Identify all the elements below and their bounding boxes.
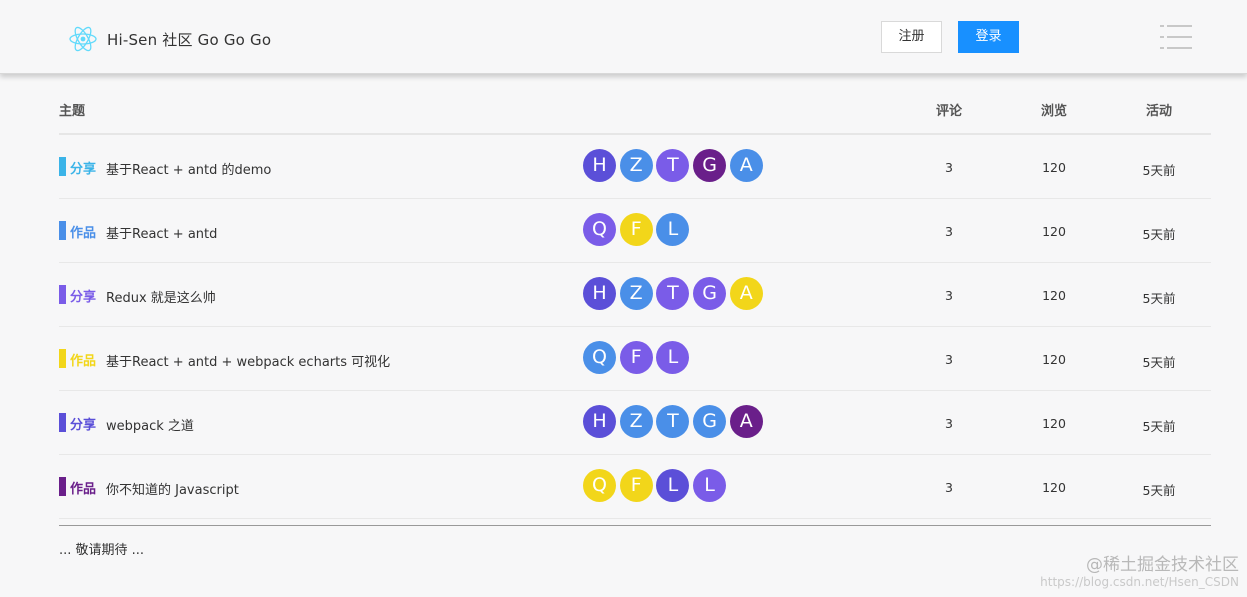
avatar[interactable]: T [656, 405, 690, 438]
category-tag: 作品 [70, 354, 97, 369]
avatar[interactable]: F [619, 213, 653, 246]
avatar[interactable]: L [656, 341, 690, 374]
topic-table: 主题 评论 浏览 活动 分享 基于React + antd 的demo H Z T G A 3… [59, 84, 1211, 519]
table-body: 分享 基于React + antd 的demo H Z T G A 3 120 5天前 作品 基于Re… [59, 135, 1211, 519]
view-count: 120 [1042, 480, 1066, 495]
watermark: @稀土掘金技术社区 https://blog.csdn.net/Hsen_CSD… [1040, 555, 1239, 590]
avatar[interactable]: A [729, 277, 763, 310]
avatar[interactable]: F [619, 469, 653, 502]
topic-title-link[interactable]: 基于React + antd + webpack echarts 可视化 [106, 351, 390, 370]
avatar[interactable]: L [656, 469, 690, 502]
topic-title-link[interactable]: webpack 之道 [106, 415, 194, 434]
avatar[interactable]: T [656, 277, 690, 310]
avatar[interactable]: Z [619, 277, 653, 310]
topic-title-link[interactable]: 基于React + antd [106, 223, 217, 242]
coming-soon-text: ... 敬请期待 ... [59, 543, 145, 558]
avatar[interactable]: Z [619, 149, 653, 182]
category-tag: 分享 [70, 162, 97, 177]
tag-color-bar [59, 477, 66, 496]
activity-time: 5天前 [1142, 355, 1176, 370]
footer-divider [59, 525, 1211, 526]
avatar[interactable]: L [656, 213, 690, 246]
view-count: 120 [1042, 416, 1066, 431]
avatar[interactable]: G [693, 405, 727, 438]
avatar[interactable]: Q [583, 341, 616, 374]
column-header-activity: 活动 [1145, 104, 1172, 119]
topic-title-link[interactable]: 你不知道的 Javascript [106, 479, 239, 498]
avatar[interactable]: H [583, 149, 616, 182]
activity-time: 5天前 [1142, 483, 1176, 498]
table-row[interactable]: 作品 你不知道的 Javascript Q F L L 3 120 5天前 [59, 455, 1211, 519]
avatar[interactable]: G [693, 149, 727, 182]
comment-count: 3 [945, 416, 953, 431]
tag-color-bar [59, 157, 66, 176]
view-count: 120 [1042, 160, 1066, 175]
avatar[interactable]: G [693, 277, 727, 310]
topic-title-link[interactable]: Redux 就是这么帅 [106, 287, 216, 306]
avatar[interactable]: L [693, 469, 727, 502]
table-row[interactable]: 作品 基于React + antd + webpack echarts 可视化 Q F… [59, 327, 1211, 391]
column-header-views: 浏览 [1040, 104, 1067, 119]
tag-color-bar [59, 285, 66, 304]
avatar[interactable]: T [656, 149, 690, 182]
column-header-topic: 主题 [59, 104, 86, 119]
tag-color-bar [59, 221, 66, 240]
table-row[interactable]: 分享 Redux 就是这么帅 H Z T G A 3 120 5天前 [59, 263, 1211, 327]
avatar[interactable]: H [583, 405, 616, 438]
activity-time: 5天前 [1142, 163, 1176, 178]
login-button[interactable]: 登录 [958, 21, 1019, 53]
register-button[interactable]: 注册 [881, 21, 942, 53]
watermark-url: https://blog.csdn.net/Hsen_CSDN [1040, 575, 1239, 589]
comment-count: 3 [945, 224, 953, 239]
react-atom-icon[interactable] [68, 24, 98, 54]
table-row[interactable]: 分享 基于React + antd 的demo H Z T G A 3 120 5天前 [59, 135, 1211, 199]
view-count: 120 [1042, 224, 1066, 239]
activity-time: 5天前 [1142, 291, 1176, 306]
table-header: 主题 评论 浏览 活动 [59, 84, 1211, 135]
avatar[interactable]: Q [583, 213, 616, 246]
avatar[interactable]: H [583, 277, 616, 310]
activity-time: 5天前 [1142, 419, 1176, 434]
activity-time: 5天前 [1142, 227, 1176, 242]
comment-count: 3 [945, 352, 953, 367]
site-brand[interactable]: Hi-Sen 社区 Go Go Go [107, 29, 271, 50]
category-tag: 分享 [70, 290, 97, 305]
top-header: Hi-Sen 社区 Go Go Go 注册 登录 [0, 0, 1247, 74]
tag-color-bar [59, 349, 66, 368]
avatar[interactable]: A [729, 149, 763, 182]
topic-title-link[interactable]: 基于React + antd 的demo [106, 159, 271, 178]
avatar[interactable]: F [619, 341, 653, 374]
tag-color-bar [59, 413, 66, 432]
comment-count: 3 [945, 480, 953, 495]
view-count: 120 [1042, 352, 1066, 367]
table-row[interactable]: 作品 基于React + antd Q F L 3 120 5天前 [59, 199, 1211, 263]
column-header-comments: 评论 [935, 104, 962, 119]
avatar[interactable]: Q [583, 469, 616, 502]
avatar[interactable]: A [729, 405, 763, 438]
comment-count: 3 [945, 288, 953, 303]
category-tag: 分享 [70, 418, 97, 433]
table-row[interactable]: 分享 webpack 之道 H Z T G A 3 120 5天前 [59, 391, 1211, 455]
watermark-main: @稀土掘金技术社区 [1086, 555, 1239, 575]
comment-count: 3 [945, 160, 953, 175]
category-tag: 作品 [70, 226, 97, 241]
category-tag: 作品 [70, 482, 97, 497]
view-count: 120 [1042, 288, 1066, 303]
list-menu-icon[interactable] [1160, 22, 1192, 52]
avatar[interactable]: Z [619, 405, 653, 438]
